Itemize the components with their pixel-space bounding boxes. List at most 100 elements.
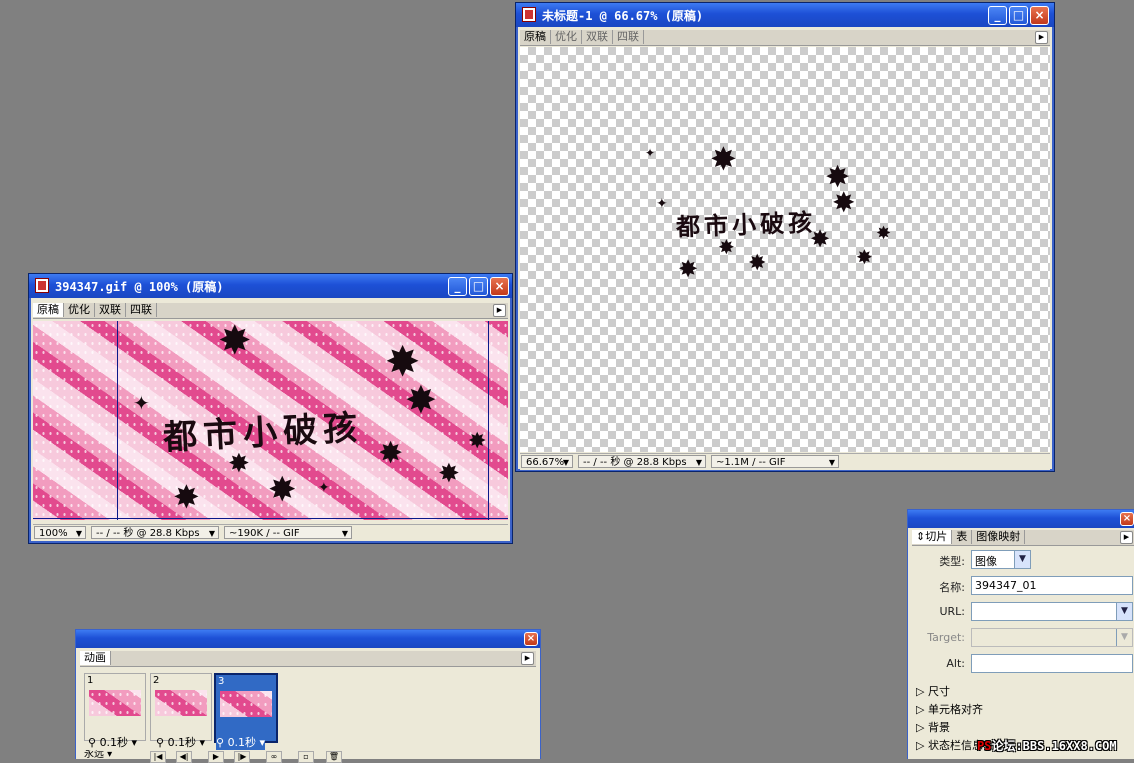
chevron-down-icon: ▼: [828, 458, 835, 467]
chevron-down-icon: ▼: [1014, 551, 1030, 568]
target-label: Target:: [927, 631, 965, 644]
tab-optimized[interactable]: 优化: [64, 303, 95, 317]
prev-frame-icon[interactable]: ◀|: [176, 751, 192, 763]
tab-optimized[interactable]: 优化: [551, 30, 582, 44]
close-icon[interactable]: ×: [524, 632, 538, 646]
slice-titlebar[interactable]: ×: [908, 510, 1134, 528]
leaf-icon: ✸: [438, 459, 460, 489]
chevron-down-icon: ▼: [1116, 629, 1132, 646]
section-background-label: 背景: [927, 721, 950, 734]
play-icon[interactable]: ▶: [208, 751, 224, 763]
animation-frame[interactable]: 2: [150, 673, 212, 741]
triangle-right-icon: ▷: [916, 703, 925, 716]
triangle-right-icon: ▷: [916, 721, 925, 734]
preview-view-tabs: 原稿 优化 双联 四联 ▶: [33, 303, 508, 319]
chevron-down-icon: ▼: [208, 529, 215, 538]
alt-label: Alt:: [946, 657, 965, 670]
untitled-view-tabs: 原稿 优化 双联 四联 ▶: [520, 30, 1050, 46]
download-speed-select[interactable]: -- / -- 秒 @ 28.8 Kbps ▼: [578, 455, 706, 468]
zoom-select[interactable]: 100% ▼: [34, 526, 86, 539]
animation-titlebar[interactable]: ×: [76, 630, 540, 648]
leaf-icon: ✸: [718, 235, 735, 259]
next-frame-icon[interactable]: |▶: [234, 751, 250, 763]
section-background[interactable]: ▷ 背景: [916, 719, 950, 735]
leaf-icon: ✸: [810, 225, 831, 253]
minimize-icon[interactable]: _: [448, 277, 467, 296]
slice-line: [33, 518, 508, 519]
frame-delay-select[interactable]: ⚲ 0.1秒 ▾: [156, 734, 205, 750]
triangle-right-icon: ▷: [916, 739, 925, 752]
slice-name-field[interactable]: 394347_01: [971, 576, 1133, 595]
section-cell-align[interactable]: ▷ 单元格对齐: [916, 701, 983, 717]
minimize-icon[interactable]: _: [988, 6, 1007, 25]
maximize-icon[interactable]: □: [1009, 6, 1028, 25]
tab-4up[interactable]: 四联: [126, 303, 157, 317]
tween-icon[interactable]: ∞: [266, 751, 282, 763]
animation-panel: × 动画 ▶ 1 2 3 ⚲ 0.1秒 ▾ ⚲ 0.1秒 ▾ ⚲ 0.1秒 ▾ …: [75, 629, 541, 763]
panel-menu-icon[interactable]: ▶: [1120, 531, 1133, 544]
untitled-canvas[interactable]: 都市小破孩 ✸ ✸ ✸ ✦ ✦ ✸ ✸ ✸ ✸ ✸ ✸: [520, 47, 1050, 452]
tab-slice[interactable]: ⇕切片: [912, 530, 953, 544]
panel-menu-icon[interactable]: ▶: [493, 304, 506, 317]
document-icon: [522, 7, 536, 22]
name-label: 名称:: [939, 581, 965, 594]
tab-original[interactable]: 原稿: [520, 30, 551, 44]
download-speed-value: -- / -- 秒 @ 28.8 Kbps: [583, 457, 687, 468]
preview-titlebar[interactable]: 394347.gif @ 100% (原稿) _ □ ×: [29, 274, 512, 298]
close-icon[interactable]: ×: [1030, 6, 1049, 25]
tab-4up[interactable]: 四联: [613, 30, 644, 44]
document-icon: [35, 278, 49, 293]
zoom-select[interactable]: 66.67% ▼: [521, 455, 573, 468]
chevron-down-icon: ▼: [695, 458, 702, 467]
slice-panel: × ⇕切片表图像映射 ▶ 类型: 图像 ▼ 名称: 394347_01 URL: …: [907, 509, 1134, 759]
panel-menu-icon[interactable]: ▶: [1035, 31, 1048, 44]
animation-frame-selected[interactable]: 3: [214, 673, 278, 743]
leaf-icon: ✸: [748, 251, 767, 276]
zoom-value: 66.67%: [526, 457, 565, 468]
leaf-icon: ✦: [133, 391, 150, 415]
untitled-title: 未标题-1 @ 66.67% (原稿): [542, 9, 704, 23]
section-status-message[interactable]: ▷ 状态栏信息: [916, 737, 983, 753]
close-icon[interactable]: ×: [490, 277, 509, 296]
alt-field[interactable]: [971, 654, 1133, 673]
animation-frame[interactable]: 1: [84, 673, 146, 741]
tab-original[interactable]: 原稿: [33, 303, 64, 317]
untitled-titlebar[interactable]: 未标题-1 @ 66.67% (原稿) _ □ ×: [516, 3, 1054, 27]
leaf-icon: ✸: [173, 478, 200, 516]
tab-image-map[interactable]: 图像映射: [972, 530, 1026, 544]
frame-thumbnail: [155, 690, 207, 716]
frame-delay-select[interactable]: ⚲ 0.1秒 ▾: [88, 734, 137, 750]
file-size-select[interactable]: ~1.1M / -- GIF ▼: [711, 455, 839, 468]
watermark-text: 论坛:BBS.16XX8.COM: [991, 739, 1117, 753]
download-speed-select[interactable]: -- / -- 秒 @ 28.8 Kbps ▼: [91, 526, 219, 539]
download-speed-value: -- / -- 秒 @ 28.8 Kbps: [96, 528, 200, 539]
type-select[interactable]: 图像 ▼: [971, 550, 1031, 569]
artwork-text: 都市小破孩: [162, 407, 365, 459]
loop-select[interactable]: 永远 ▾: [84, 750, 140, 760]
file-size-select[interactable]: ~190K / -- GIF ▼: [224, 526, 352, 539]
new-frame-icon[interactable]: ▫: [298, 751, 314, 763]
watermark-ps: PS: [977, 739, 992, 753]
leaf-icon: ✸: [268, 470, 297, 510]
file-size-value: ~1.1M / -- GIF: [716, 457, 786, 468]
frame-delay-value: 0.1秒: [99, 736, 129, 749]
delete-frame-icon[interactable]: 🗑: [326, 751, 342, 763]
maximize-icon[interactable]: □: [469, 277, 488, 296]
leaf-icon: ✸: [385, 337, 421, 386]
url-row: URL: ▼: [908, 601, 1134, 623]
first-frame-icon[interactable]: |◀: [150, 751, 166, 763]
section-dimensions[interactable]: ▷ 尺寸: [916, 683, 950, 699]
frame-delay-select[interactable]: ⚲ 0.1秒 ▾: [216, 734, 266, 750]
chevron-down-icon: ▼: [1116, 603, 1132, 620]
tab-table[interactable]: 表: [952, 530, 973, 544]
panel-menu-icon[interactable]: ▶: [521, 652, 534, 665]
preview-canvas[interactable]: 都市小破孩 ✸ ✸ ✸ ✦ ✸ ✸ ✸ ✸ ✸ ✸ ✦: [33, 321, 508, 520]
loop-value: 永远: [84, 750, 104, 760]
url-field[interactable]: ▼: [971, 602, 1133, 621]
tab-animation[interactable]: 动画: [80, 651, 111, 665]
tab-2up[interactable]: 双联: [95, 303, 126, 317]
close-icon[interactable]: ×: [1120, 512, 1134, 526]
alt-row: Alt:: [908, 653, 1134, 675]
tab-2up[interactable]: 双联: [582, 30, 613, 44]
watermark: PS论坛:BBS.16XX8.COM: [977, 737, 1117, 754]
